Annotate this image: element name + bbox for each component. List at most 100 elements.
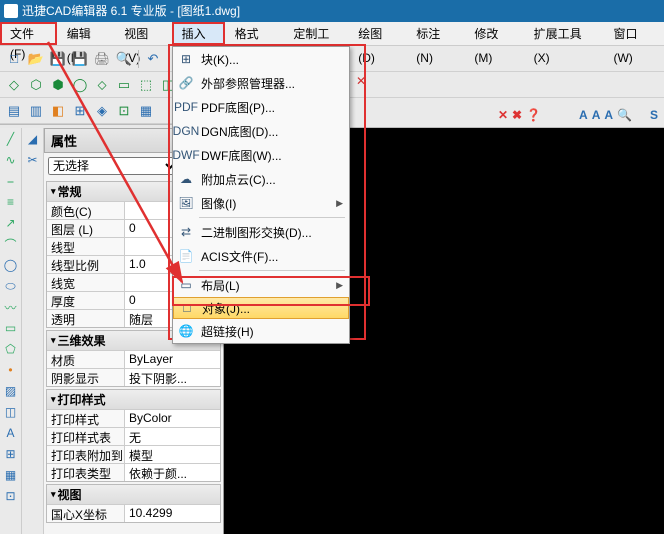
text-a-icon[interactable]: A: [579, 108, 588, 122]
property-row[interactable]: 国心X坐标10.4299: [47, 504, 220, 522]
menu-item-label: 块(K)...: [201, 51, 239, 68]
submenu-arrow-icon: ▶: [336, 198, 343, 209]
tool7-icon[interactable]: ▦: [136, 101, 156, 121]
shape4-icon[interactable]: ◯: [70, 75, 90, 95]
close-x2-icon[interactable]: ✖: [512, 108, 522, 122]
property-row[interactable]: 打印表类型依赖于颜...: [47, 463, 220, 481]
selection-filter[interactable]: 无选择: [48, 157, 179, 175]
shape7-icon[interactable]: ⬚: [136, 75, 156, 95]
ellipse-icon[interactable]: ⬭: [1, 276, 21, 296]
shape1-icon[interactable]: ◇: [4, 75, 24, 95]
multi-icon[interactable]: ≡: [1, 192, 21, 212]
preview-icon[interactable]: 🔍: [114, 49, 134, 69]
menu-format[interactable]: 格式(O): [225, 22, 284, 45]
property-key: 国心X坐标: [47, 505, 125, 522]
seg-icon[interactable]: ⎯: [1, 171, 21, 191]
modify2-icon[interactable]: ✂: [23, 150, 43, 170]
menu-draw[interactable]: 绘图(D): [348, 22, 406, 45]
arc-icon[interactable]: ⌒: [1, 234, 21, 254]
help-icon[interactable]: ❓: [526, 108, 541, 122]
menu-window[interactable]: 窗口(W): [603, 22, 664, 45]
insert-menu-item[interactable]: 🌐超链接(H): [173, 319, 349, 343]
menu-view[interactable]: 视图(V): [114, 22, 171, 45]
open-icon[interactable]: 📂: [26, 49, 46, 69]
new-icon[interactable]: □: [4, 49, 24, 69]
menu-ext[interactable]: 扩展工具(X): [524, 22, 604, 45]
property-row[interactable]: 材质ByLayer: [47, 350, 220, 368]
property-row[interactable]: 打印样式ByColor: [47, 409, 220, 427]
property-row[interactable]: 打印表附加到模型: [47, 445, 220, 463]
tool2-icon[interactable]: ▥: [26, 101, 46, 121]
insert-menu-item[interactable]: 📄ACIS文件(F)...: [173, 244, 349, 268]
tool3-icon[interactable]: ◧: [48, 101, 68, 121]
modify1-icon[interactable]: ◢: [23, 129, 43, 149]
text-a2-icon[interactable]: A: [592, 108, 601, 122]
saveas-icon[interactable]: 💾: [70, 49, 90, 69]
property-key: 线型比例: [47, 256, 125, 273]
shape6-icon[interactable]: ▭: [114, 75, 134, 95]
insert-menu-item[interactable]: ⊞块(K)...: [173, 47, 349, 71]
property-value[interactable]: ByLayer: [125, 351, 220, 368]
region-icon[interactable]: ◫: [1, 402, 21, 422]
property-value[interactable]: 模型: [125, 446, 220, 463]
insert-menu-item[interactable]: PDFPDF底图(P)...: [173, 95, 349, 119]
text-icon[interactable]: A: [1, 423, 21, 443]
menu-modify[interactable]: 修改(M): [464, 22, 523, 45]
save-icon[interactable]: 💾: [48, 49, 68, 69]
menu-file[interactable]: 文件(F): [0, 22, 57, 45]
insert-menu-item[interactable]: ▭布局(L)▶: [173, 273, 349, 297]
property-key: 颜色(C): [47, 202, 125, 219]
insert-menu-item[interactable]: DGNDGN底图(D)...: [173, 119, 349, 143]
menu-edit[interactable]: 编辑(E): [57, 22, 114, 45]
property-row[interactable]: 阴影显示投下阴影...: [47, 368, 220, 386]
menu-item-icon: ▭: [177, 276, 195, 294]
property-value[interactable]: ByColor: [125, 410, 220, 427]
menu-insert[interactable]: 插入(I): [172, 22, 225, 45]
menu-customtools[interactable]: 定制工具: [283, 22, 348, 45]
undo-icon[interactable]: ↶: [143, 49, 163, 69]
s-icon[interactable]: S: [650, 108, 658, 122]
shape2-icon[interactable]: ⬡: [26, 75, 46, 95]
property-group-header[interactable]: 视图: [47, 485, 220, 504]
property-value[interactable]: 无: [125, 428, 220, 445]
point-icon[interactable]: •: [1, 360, 21, 380]
print-icon[interactable]: 🖨: [92, 49, 112, 69]
circle-icon[interactable]: ◯: [1, 255, 21, 275]
poly-icon[interactable]: ⬠: [1, 339, 21, 359]
property-value[interactable]: 投下阴影...: [125, 369, 220, 386]
table-icon[interactable]: ▦: [1, 465, 21, 485]
property-value[interactable]: 依赖于颜...: [125, 464, 220, 481]
tool6-icon[interactable]: ⊡: [114, 101, 134, 121]
insert-menu-item[interactable]: ☁附加点云(C)...: [173, 167, 349, 191]
shape3-icon[interactable]: ⬢: [48, 75, 68, 95]
shape5-icon[interactable]: ⬦: [92, 75, 112, 95]
line-icon[interactable]: ╱: [1, 129, 21, 149]
insert-menu-item[interactable]: 🔗外部参照管理器...: [173, 71, 349, 95]
hatch-icon[interactable]: ▨: [1, 381, 21, 401]
close-x1-icon[interactable]: ✕: [498, 108, 508, 122]
dim-icon[interactable]: ⊡: [1, 486, 21, 506]
tool5-icon[interactable]: ◈: [92, 101, 112, 121]
polyline-icon[interactable]: ∿: [1, 150, 21, 170]
tool1-icon[interactable]: ▤: [4, 101, 24, 121]
property-key: 打印表类型: [47, 464, 125, 481]
menu-item-label: 对象(J)...: [202, 300, 250, 317]
insert-menu-item[interactable]: DWFDWF底图(W)...: [173, 143, 349, 167]
menu-annotate[interactable]: 标注(N): [406, 22, 464, 45]
insert-menu-item[interactable]: □对象(J)...: [173, 297, 349, 319]
block-icon[interactable]: ⊞: [1, 444, 21, 464]
text-a3-icon[interactable]: A: [604, 108, 613, 122]
menu-item-label: 二进制图形交换(D)...: [201, 224, 312, 241]
insert-menu-item[interactable]: 🖼图像(I)▶: [173, 191, 349, 215]
rect-icon[interactable]: ▭: [1, 318, 21, 338]
tool4-icon[interactable]: ⊞: [70, 101, 90, 121]
spline-icon[interactable]: 〰: [1, 297, 21, 317]
find-icon[interactable]: 🔍: [617, 108, 632, 122]
x-close-icon[interactable]: ✕: [356, 74, 366, 88]
insert-menu-item[interactable]: ⇄二进制图形交换(D)...: [173, 220, 349, 244]
property-row[interactable]: 打印样式表无: [47, 427, 220, 445]
ray-icon[interactable]: ↗: [1, 213, 21, 233]
property-value[interactable]: 10.4299: [125, 505, 220, 522]
property-key: 透明: [47, 310, 125, 327]
property-group-header[interactable]: 打印样式: [47, 390, 220, 409]
